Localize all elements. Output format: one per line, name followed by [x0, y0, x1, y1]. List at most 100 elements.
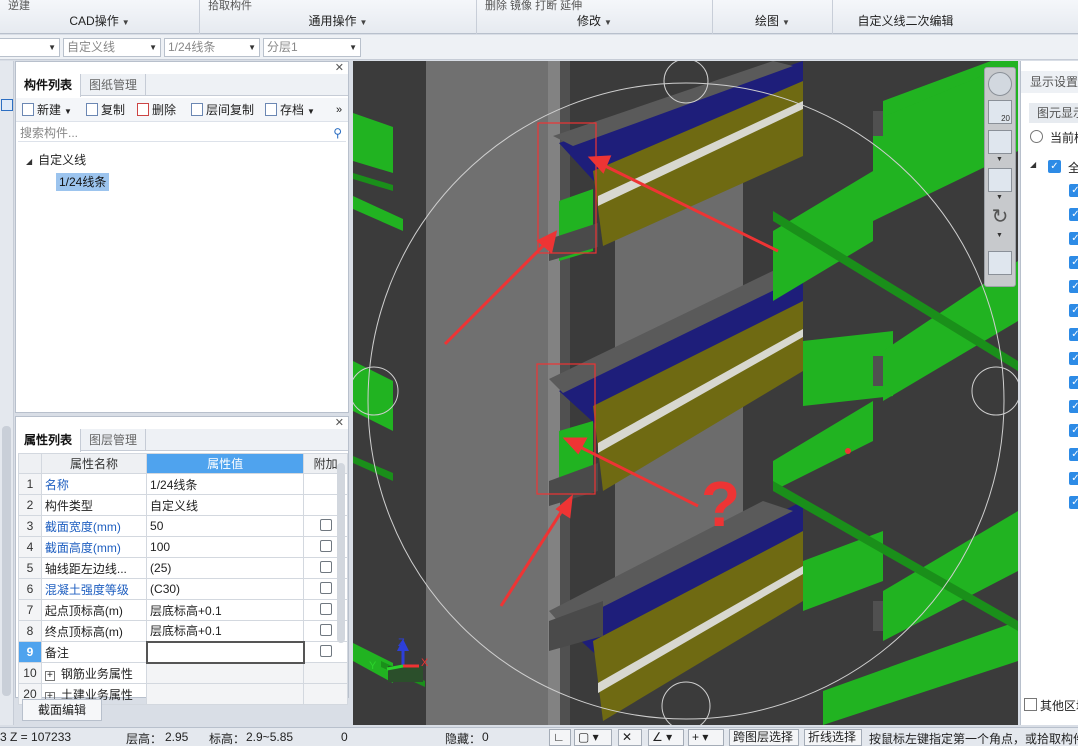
- layer-checkbox[interactable]: ✓: [1069, 208, 1078, 221]
- layer-checkbox[interactable]: ✓: [1069, 400, 1078, 413]
- table-row[interactable]: 7 起点顶标高(m) 层底标高+0.1: [18, 599, 348, 621]
- type-combo[interactable]: 自定义线 ▼: [63, 38, 161, 57]
- cube-view-icon[interactable]: [988, 130, 1012, 154]
- chevron-down-icon[interactable]: ▼: [996, 194, 1003, 201]
- layer-combo[interactable]: 分层1 ▼: [263, 38, 361, 57]
- property-value[interactable]: 层底标高+0.1: [146, 599, 305, 621]
- rotate-icon[interactable]: ↻: [988, 206, 1012, 230]
- chevron-down-icon[interactable]: ▼: [996, 156, 1003, 163]
- layer-checkbox[interactable]: ✓: [1069, 280, 1078, 293]
- layer-checkbox[interactable]: ✓: [1069, 424, 1078, 437]
- table-row[interactable]: 1 名称 1/24线条: [18, 473, 348, 495]
- property-value[interactable]: 50: [146, 515, 305, 537]
- floor-copy-button[interactable]: 层间复制: [191, 101, 254, 119]
- chevron-down-icon: ▼: [149, 43, 157, 52]
- search-input[interactable]: 搜索构件... ⚲: [18, 124, 346, 142]
- layer-checkbox[interactable]: ✓: [1069, 232, 1078, 245]
- extra-checkbox[interactable]: [319, 602, 332, 615]
- close-icon[interactable]: ✕: [335, 61, 344, 74]
- ribbon-group-draw[interactable]: 绘图 ▼: [713, 0, 833, 34]
- extra-checkbox[interactable]: [319, 644, 332, 657]
- header-value: 属性值: [146, 453, 305, 474]
- cross-layer-select-button[interactable]: 跨图层选择: [729, 729, 799, 746]
- property-name: 截面宽度(mm): [40, 515, 148, 537]
- layer-checkbox[interactable]: ✓: [1069, 328, 1078, 341]
- ribbon-group-common[interactable]: 拾取构件 通用操作 ▼: [200, 0, 477, 34]
- tab-component-list[interactable]: 构件列表: [16, 74, 82, 97]
- table-row[interactable]: 9 备注: [18, 640, 348, 664]
- remark-input[interactable]: [145, 640, 305, 664]
- ribbon-group-cad[interactable]: 逆建 CAD操作 ▼: [0, 0, 200, 34]
- other-area-checkbox[interactable]: [1024, 698, 1037, 711]
- extra-checkbox[interactable]: [319, 560, 332, 573]
- copy-button[interactable]: 复制: [86, 101, 125, 119]
- 3d-viewport[interactable]: ? Z X Y: [353, 61, 1018, 725]
- layer-checkbox[interactable]: ✓: [1069, 256, 1078, 269]
- layer-checkbox[interactable]: ✓: [1069, 472, 1078, 485]
- extra-checkbox[interactable]: [319, 623, 332, 636]
- tab-layer-management[interactable]: 图层管理: [81, 429, 147, 451]
- extra-checkbox[interactable]: [319, 581, 332, 594]
- property-value[interactable]: (C30): [146, 578, 305, 600]
- table-row[interactable]: 10 + 钢筋业务属性: [18, 662, 348, 684]
- property-group[interactable]: + 钢筋业务属性: [40, 662, 148, 684]
- layer-checkbox[interactable]: ✓: [1069, 184, 1078, 197]
- angle-button[interactable]: ∠ ▾: [648, 729, 684, 746]
- expand-plus-icon[interactable]: +: [44, 670, 55, 681]
- close-icon[interactable]: ✕: [335, 416, 344, 429]
- orbit-icon[interactable]: [988, 72, 1012, 96]
- table-row[interactable]: 4 截面高度(mm) 100: [18, 536, 348, 558]
- tab-property-list[interactable]: 属性列表: [16, 429, 82, 452]
- layer-checkbox[interactable]: ✓: [1069, 304, 1078, 317]
- more-button[interactable]: »: [336, 101, 342, 119]
- table-row[interactable]: 2 构件类型 自定义线: [18, 494, 348, 516]
- layer-checkbox[interactable]: ✓: [1069, 376, 1078, 389]
- polyline-select-button[interactable]: 折线选择: [804, 729, 862, 746]
- component-combo[interactable]: 1/24线条 ▼: [164, 38, 260, 57]
- layer-checkbox[interactable]: ✓: [1069, 448, 1078, 461]
- box-view-icon[interactable]: [988, 168, 1012, 192]
- add-point-button[interactable]: + ▾: [688, 729, 724, 746]
- chevron-down-icon[interactable]: ▼: [996, 232, 1003, 239]
- tab-display-settings[interactable]: 显示设置: [1021, 71, 1078, 93]
- archive-icon: [265, 103, 277, 116]
- ortho-icon[interactable]: ∟: [549, 729, 571, 746]
- layer-checkbox[interactable]: ✓: [1069, 352, 1078, 365]
- property-value[interactable]: 100: [146, 536, 305, 558]
- floor-combo[interactable]: ▼: [0, 38, 60, 57]
- grid-view-icon[interactable]: [988, 251, 1012, 275]
- archive-button[interactable]: 存档 ▼: [265, 101, 315, 119]
- cross-icon[interactable]: ✕: [618, 729, 642, 746]
- panel-toggle-icon[interactable]: [1, 99, 13, 111]
- snap-button[interactable]: ▢ ▾: [574, 729, 612, 746]
- property-value[interactable]: 层底标高+0.1: [146, 620, 305, 642]
- layer-checkbox[interactable]: ✓: [1069, 496, 1078, 509]
- property-value[interactable]: (25): [146, 557, 305, 579]
- tab-drawing-management[interactable]: 图纸管理: [81, 74, 147, 96]
- table-row[interactable]: 6 混凝土强度等级 (C30): [18, 578, 348, 600]
- tree-child[interactable]: 1/24线条: [56, 173, 110, 191]
- property-scrollbar[interactable]: [337, 463, 345, 643]
- tree-parent[interactable]: ◢ 自定义线: [26, 151, 86, 168]
- property-value[interactable]: 自定义线: [146, 494, 305, 516]
- table-row[interactable]: 3 截面宽度(mm) 50: [18, 515, 348, 537]
- table-row[interactable]: 5 轴线距左边线... (25): [18, 557, 348, 579]
- section-edit-button[interactable]: 截面编辑: [22, 699, 102, 721]
- ribbon-group-custom-line[interactable]: 自定义线二次编辑: [833, 0, 978, 34]
- left-scrollbar[interactable]: [2, 426, 11, 696]
- search-icon[interactable]: ⚲: [333, 124, 342, 142]
- ribbon-group-modify[interactable]: 删除 镜像 打断 延伸 修改 ▼: [477, 0, 713, 34]
- property-value[interactable]: 1/24线条: [146, 473, 305, 495]
- tree-expand-icon[interactable]: ◢: [26, 157, 32, 166]
- all-checkbox[interactable]: ✓: [1048, 160, 1061, 173]
- zoom-button[interactable]: 20: [988, 100, 1012, 124]
- table-row[interactable]: 8 终点顶标高(m) 层底标高+0.1: [18, 620, 348, 642]
- row-number: 2: [18, 494, 42, 516]
- tree-expand-icon[interactable]: ◢: [1030, 160, 1036, 169]
- extra-checkbox[interactable]: [319, 518, 332, 531]
- delete-button[interactable]: 删除: [137, 101, 176, 119]
- element-display-header[interactable]: 图元显示: [1029, 103, 1078, 123]
- new-button[interactable]: 新建 ▼: [22, 101, 72, 119]
- current-floor-radio[interactable]: [1030, 130, 1043, 143]
- extra-checkbox[interactable]: [319, 539, 332, 552]
